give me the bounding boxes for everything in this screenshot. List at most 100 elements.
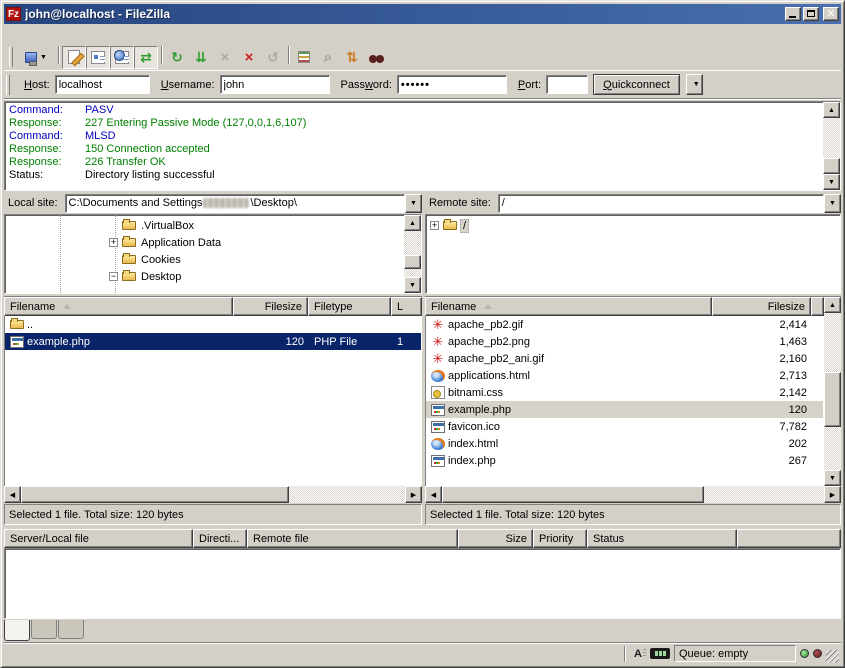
log-scroll-thumb[interactable] <box>823 158 840 174</box>
queue-column-size[interactable]: Size <box>458 529 533 548</box>
scroll-right-icon[interactable]: ▶ <box>405 486 422 503</box>
scroll-down-icon[interactable]: ▼ <box>824 470 841 486</box>
toggle-message-log-button[interactable] <box>62 46 86 69</box>
image-icon <box>431 352 445 366</box>
tree-item[interactable]: + / <box>426 217 840 234</box>
host-input[interactable] <box>55 75 150 94</box>
firefox-icon <box>431 370 445 382</box>
log-scrollbar[interactable]: ▲ ▼ <box>823 102 840 190</box>
file-row[interactable]: favicon.ico 7,782 <box>426 418 823 435</box>
tree-item[interactable]: − Desktop <box>5 268 404 285</box>
local-horizontal-scrollbar[interactable]: ◀ ▶ <box>4 486 422 503</box>
directory-comparison-button[interactable] <box>316 46 340 69</box>
file-row[interactable]: example.php 120 <box>426 401 823 418</box>
scroll-down-icon[interactable]: ▼ <box>404 277 421 293</box>
file-row[interactable]: index.html 202 <box>426 435 823 452</box>
refresh-button[interactable] <box>165 46 189 69</box>
file-row[interactable]: index.php 267 <box>426 452 823 469</box>
scroll-left-icon[interactable]: ◀ <box>425 486 442 503</box>
tree-expander[interactable]: + <box>430 221 439 230</box>
scroll-up-icon[interactable]: ▲ <box>823 102 840 118</box>
menu-item[interactable] <box>76 32 90 36</box>
toggle-remote-tree-button[interactable] <box>110 46 134 69</box>
remote-path-field[interactable]: / <box>498 194 824 213</box>
php-icon <box>10 336 24 348</box>
tree-scroll-thumb[interactable] <box>404 255 421 269</box>
menu-item[interactable] <box>62 32 76 36</box>
tree-item[interactable]: + Application Data <box>5 234 404 251</box>
remote-path-dropdown-button[interactable]: ▼ <box>824 194 841 213</box>
column-filetype[interactable]: Filetype <box>308 297 391 316</box>
close-button[interactable]: ✕ <box>823 7 839 21</box>
scroll-left-icon[interactable]: ◀ <box>4 486 21 503</box>
filter-button[interactable] <box>292 46 316 69</box>
disconnect-button[interactable] <box>237 46 261 69</box>
column-filename[interactable]: Filename <box>4 297 233 316</box>
minimize-button[interactable] <box>785 7 801 21</box>
menu-item[interactable] <box>20 32 34 36</box>
tree-expander[interactable]: + <box>109 238 118 247</box>
queue-column-priority[interactable]: Priority <box>533 529 587 548</box>
menu-item[interactable] <box>34 32 48 36</box>
process-queue-button[interactable] <box>189 46 213 69</box>
filter-icon <box>298 51 310 63</box>
menu-item[interactable] <box>6 32 20 36</box>
menu-item[interactable] <box>48 32 62 36</box>
queue-tab[interactable] <box>31 620 57 639</box>
toggle-local-tree-button[interactable] <box>86 46 110 69</box>
hscroll-thumb[interactable] <box>21 486 289 503</box>
scroll-right-icon[interactable]: ▶ <box>824 486 841 503</box>
quickconnect-dropdown-button[interactable]: ▼ <box>686 74 703 95</box>
local-tree-scrollbar[interactable]: ▲ ▼ <box>404 215 421 293</box>
local-path-field[interactable]: C:\Documents and Settings \Desktop\ <box>65 194 405 213</box>
transfer-type-indicator-icon[interactable]: A <box>630 646 646 661</box>
queue-status: Queue: empty <box>674 645 796 662</box>
file-row[interactable]: apache_pb2_ani.gif 2,160 <box>426 350 823 367</box>
file-row[interactable]: .. <box>5 316 421 333</box>
remote-horizontal-scrollbar[interactable]: ◀ ▶ <box>425 486 841 503</box>
menu-item[interactable] <box>90 32 104 36</box>
queue-column-direction[interactable]: Directi... <box>193 529 247 548</box>
queue-tab[interactable] <box>58 620 84 639</box>
queue-column-remote-file[interactable]: Remote file <box>247 529 458 548</box>
resize-grip[interactable] <box>826 650 839 663</box>
toggle-queue-button[interactable] <box>134 46 158 69</box>
queue-tab[interactable] <box>4 620 30 641</box>
column-filesize[interactable]: Filesize <box>233 297 308 316</box>
site-manager-button[interactable]: ▼ <box>17 46 55 69</box>
tree-item[interactable]: Cookies <box>5 251 404 268</box>
scroll-up-icon[interactable]: ▲ <box>404 215 421 231</box>
encryption-indicator-icon[interactable] <box>650 648 670 659</box>
column-last-modified[interactable]: L <box>391 297 422 316</box>
message-log[interactable]: Command: PASV Response: 227 Entering Pas… <box>4 101 841 191</box>
password-input[interactable] <box>397 75 507 94</box>
column-filename[interactable]: Filename <box>425 297 712 316</box>
hscroll-thumb[interactable] <box>442 486 704 503</box>
column-filesize[interactable]: Filesize <box>712 297 811 316</box>
maximize-button[interactable] <box>803 7 819 21</box>
file-row[interactable]: bitnami.css 2,142 <box>426 384 823 401</box>
tree-item[interactable]: .VirtualBox <box>5 217 404 234</box>
scroll-up-icon[interactable]: ▲ <box>824 297 841 313</box>
tree-expander[interactable]: − <box>109 272 118 281</box>
username-input[interactable] <box>220 75 330 94</box>
port-input[interactable] <box>546 75 588 94</box>
reconnect-button[interactable] <box>261 46 285 69</box>
list-scroll-thumb[interactable] <box>824 372 841 427</box>
title-bar[interactable]: Fz john@localhost - FileZilla ✕ <box>4 4 841 24</box>
css-icon <box>431 386 445 399</box>
find-files-button[interactable] <box>364 46 388 69</box>
quickconnect-button[interactable]: Quickconnect <box>593 74 680 95</box>
queue-column-server-local-file[interactable]: Server/Local file <box>4 529 193 548</box>
file-row[interactable]: apache_pb2.gif 2,414 <box>426 316 823 333</box>
file-row[interactable]: apache_pb2.png 1,463 <box>426 333 823 350</box>
local-path-dropdown-button[interactable]: ▼ <box>405 194 422 213</box>
synchronized-browsing-button[interactable] <box>340 46 364 69</box>
file-row[interactable]: applications.html 2,713 <box>426 367 823 384</box>
remote-list-scrollbar[interactable]: ▲ ▼ <box>824 297 841 486</box>
file-row[interactable]: example.php 120 PHP File 1 <box>5 333 421 350</box>
queue-column-status[interactable]: Status <box>587 529 737 548</box>
cancel-operation-button[interactable] <box>213 46 237 69</box>
queue-list[interactable] <box>4 548 841 619</box>
scroll-down-icon[interactable]: ▼ <box>823 174 840 190</box>
